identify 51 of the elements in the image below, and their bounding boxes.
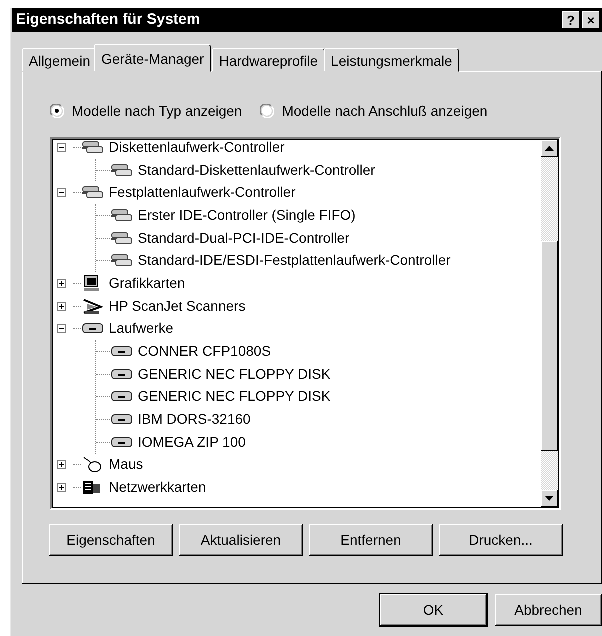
- expand-icon[interactable]: [57, 278, 66, 288]
- controller-icon: [110, 162, 134, 179]
- controller-icon: [110, 252, 134, 270]
- scroll-down-button[interactable]: [541, 490, 558, 507]
- close-button[interactable]: ×: [582, 11, 600, 29]
- tree-item[interactable]: HP ScanJet Scanners: [109, 296, 246, 317]
- controller-icon: [81, 139, 105, 156]
- tree-item[interactable]: GENERIC NEC FLOPPY DISK: [138, 364, 331, 385]
- device-action-button[interactable]: Aktualisieren: [179, 524, 303, 556]
- down-arrow-icon: [545, 496, 554, 501]
- radio-button[interactable]: [260, 104, 274, 118]
- scroll-up-button[interactable]: [541, 140, 558, 157]
- device-action-button[interactable]: Entfernen: [309, 524, 433, 556]
- collapse-icon[interactable]: [57, 188, 66, 198]
- radio-label[interactable]: Modelle nach Anschluß anzeigen: [282, 100, 488, 122]
- device-action-button[interactable]: Eigenschaften: [49, 524, 173, 556]
- controller-icon: [81, 184, 105, 202]
- device-action-button[interactable]: Drucken...: [439, 524, 563, 556]
- scrollbar-thumb[interactable]: [541, 241, 558, 451]
- tree-item[interactable]: Grafikkarten: [109, 272, 186, 294]
- tree-item[interactable]: IBM DORS-32160: [138, 409, 251, 430]
- ok-button[interactable]: OK: [380, 594, 487, 626]
- tree-item[interactable]: Standard-Dual-PCI-IDE-Controller: [138, 228, 350, 249]
- tree-item[interactable]: GENERIC NEC FLOPPY DISK: [138, 386, 331, 408]
- tree-item[interactable]: Diskettenlaufwerk-Controller: [109, 139, 285, 158]
- collapse-icon[interactable]: [57, 324, 66, 334]
- radio-button[interactable]: [50, 104, 64, 118]
- tab[interactable]: Geräte-Manager: [94, 44, 212, 72]
- window-title: Eigenschaften für System: [16, 10, 200, 30]
- radio-label[interactable]: Modelle nach Typ anzeigen: [72, 100, 242, 122]
- expand-icon[interactable]: [57, 460, 66, 470]
- tree-item[interactable]: Maus: [109, 454, 144, 476]
- tree-item[interactable]: Erster IDE-Controller (Single FIFO): [138, 204, 356, 226]
- controller-icon: [110, 230, 134, 247]
- collapse-icon[interactable]: [57, 142, 66, 152]
- help-button[interactable]: ?: [562, 11, 580, 29]
- tree-item[interactable]: Festplattenlaufwerk-Controller: [109, 182, 296, 204]
- expand-icon[interactable]: [57, 302, 66, 311]
- tab[interactable]: Hardwareprofile: [212, 48, 326, 72]
- tree-item[interactable]: Laufwerke: [109, 318, 174, 340]
- controller-icon: [110, 206, 134, 224]
- up-arrow-icon: [545, 146, 554, 151]
- scanner-icon: [81, 298, 105, 315]
- tree-item[interactable]: IOMEGA ZIP 100: [138, 432, 246, 453]
- tree-item[interactable]: CONNER CFP1080S: [138, 341, 272, 362]
- expand-icon[interactable]: [57, 483, 66, 492]
- tree-item[interactable]: Standard-IDE/ESDI-Festplattenlaufwerk-Controller: [138, 250, 451, 272]
- tab[interactable]: Leistungsmerkmale: [324, 48, 460, 72]
- tree-item[interactable]: Netzwerkkarten: [109, 477, 206, 498]
- cancel-button[interactable]: Abbrechen: [495, 594, 602, 626]
- tree-item[interactable]: Standard-Diskettenlaufwerk-Controller: [138, 160, 376, 181]
